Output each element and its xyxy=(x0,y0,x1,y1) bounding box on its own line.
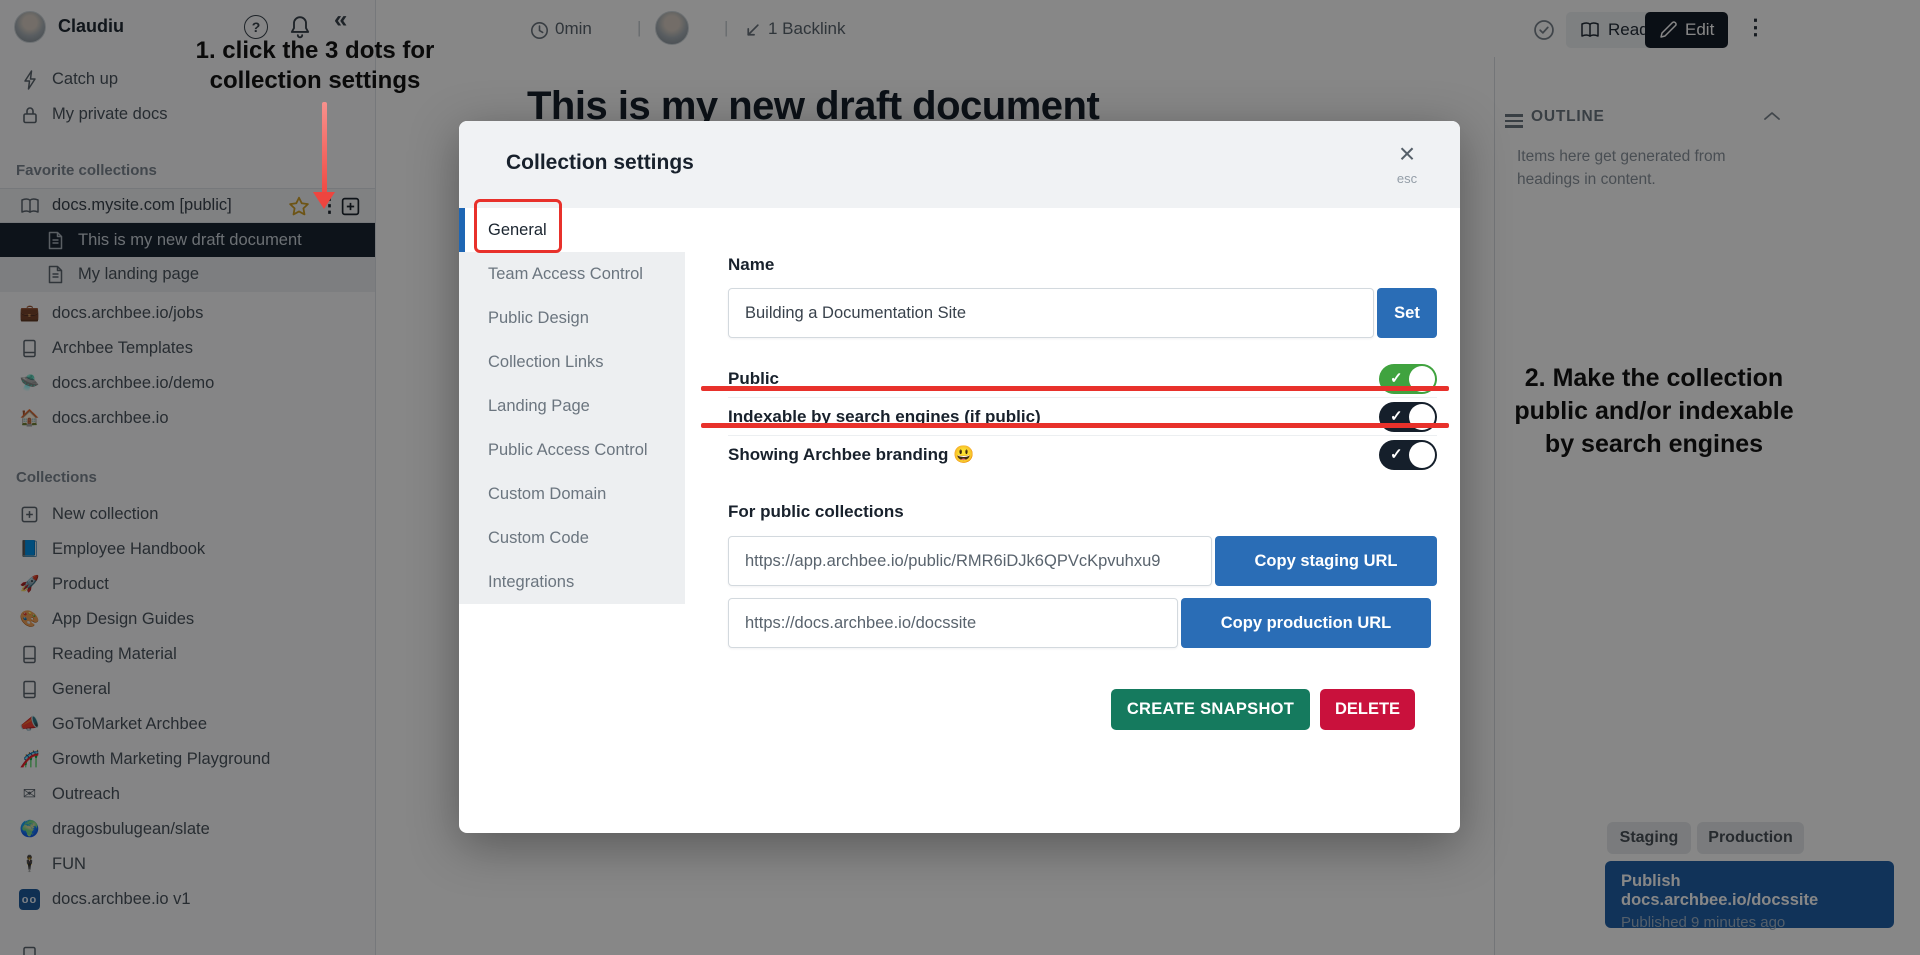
branding-toggle-row: Showing Archbee branding 😃 ✓ xyxy=(728,436,1437,474)
tab-integrations[interactable]: Integrations xyxy=(459,560,685,604)
copy-production-url-button[interactable]: Copy production URL xyxy=(1181,598,1431,648)
delete-collection-button[interactable]: DELETE xyxy=(1320,689,1415,730)
public-collections-label: For public collections xyxy=(728,502,1437,522)
branding-toggle[interactable]: ✓ xyxy=(1379,440,1437,470)
check-icon: ✓ xyxy=(1390,407,1403,425)
annotation-underline-indexable xyxy=(701,423,1449,428)
settings-general-panel: Name Building a Documentation Site Set P… xyxy=(728,208,1437,730)
close-icon: × xyxy=(1385,143,1429,165)
settings-tabs: General Team Access Control Public Desig… xyxy=(459,208,685,604)
annotation-general-tab-box xyxy=(474,199,562,253)
tab-collection-links[interactable]: Collection Links xyxy=(459,340,685,384)
production-url-input[interactable]: https://docs.archbee.io/docssite xyxy=(728,598,1178,648)
annotation-arrow xyxy=(322,102,327,194)
create-snapshot-button[interactable]: CREATE SNAPSHOT xyxy=(1111,689,1310,730)
annotation-underline-public xyxy=(701,386,1449,391)
modal-header: Collection settings × esc xyxy=(459,121,1460,208)
collection-settings-modal: Collection settings × esc General Team A… xyxy=(459,121,1460,833)
staging-url-input[interactable]: https://app.archbee.io/public/RMR6iDJk6Q… xyxy=(728,536,1212,586)
app-root: Claudiu ? « Catch up My private docs Fav… xyxy=(0,0,1920,955)
name-label: Name xyxy=(728,255,1437,275)
annotation-step1: 1. click the 3 dots for collection setti… xyxy=(150,36,480,96)
esc-hint: esc xyxy=(1385,171,1429,186)
tab-team-access-control[interactable]: Team Access Control xyxy=(459,252,685,296)
copy-staging-url-button[interactable]: Copy staging URL xyxy=(1215,536,1437,586)
tab-custom-code[interactable]: Custom Code xyxy=(459,516,685,560)
set-name-button[interactable]: Set xyxy=(1377,288,1437,338)
public-toggle-row: Public ✓ xyxy=(728,360,1437,398)
check-icon: ✓ xyxy=(1390,369,1403,387)
tab-landing-page[interactable]: Landing Page xyxy=(459,384,685,428)
branding-toggle-label: Showing Archbee branding 😃 xyxy=(728,445,974,465)
collection-name-input[interactable]: Building a Documentation Site xyxy=(728,288,1374,338)
tab-public-access-control[interactable]: Public Access Control xyxy=(459,428,685,472)
indexable-toggle-row: Indexable by search engines (if public) … xyxy=(728,398,1437,436)
annotation-step2: 2. Make the collection public and/or ind… xyxy=(1468,362,1840,461)
modal-title: Collection settings xyxy=(506,151,694,175)
check-icon: ✓ xyxy=(1390,445,1403,463)
close-button[interactable]: × esc xyxy=(1385,143,1429,186)
tab-custom-domain[interactable]: Custom Domain xyxy=(459,472,685,516)
annotation-arrow-head-icon xyxy=(313,192,335,209)
tab-public-design[interactable]: Public Design xyxy=(459,296,685,340)
